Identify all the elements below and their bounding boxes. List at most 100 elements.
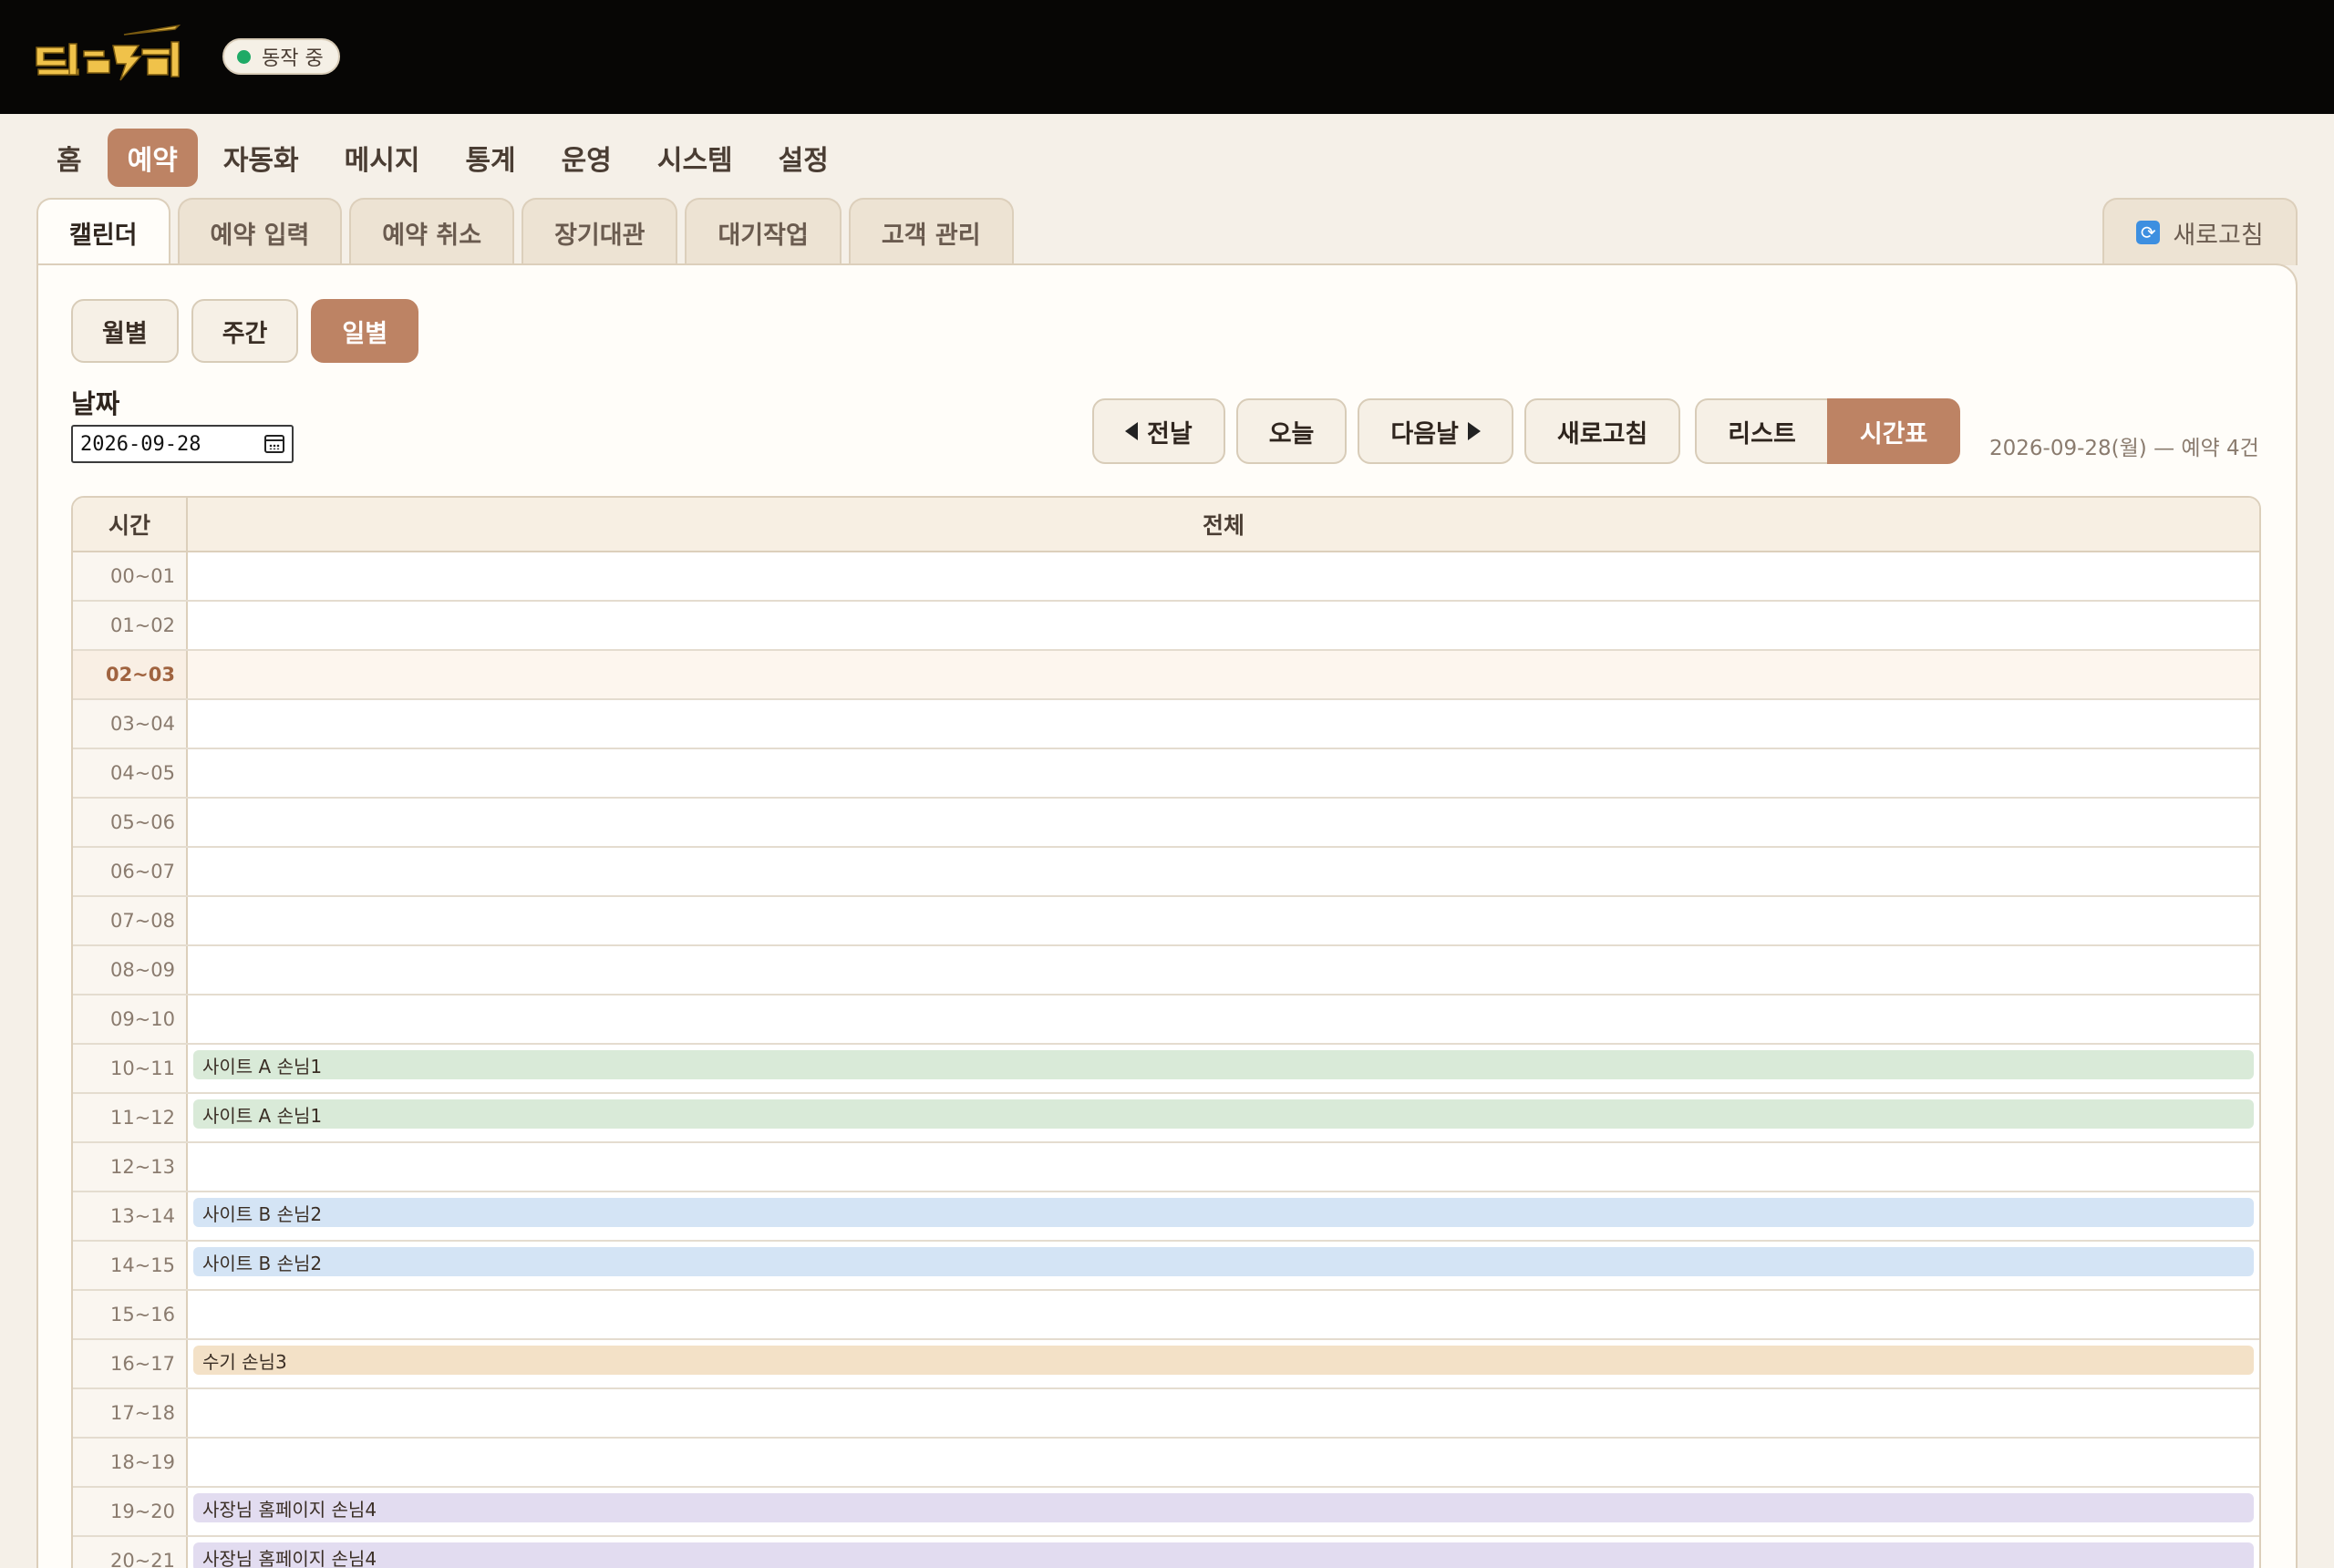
list-view-button[interactable]: 리스트 xyxy=(1695,398,1827,464)
view-monthly-button[interactable]: 월별 xyxy=(71,299,179,363)
table-row: 20~21 사장님 홈페이지 손님4 xyxy=(73,1537,2259,1568)
time-slot-cell[interactable] xyxy=(188,1389,2259,1437)
booking-block[interactable]: 사장님 홈페이지 손님4 xyxy=(193,1542,2254,1568)
triangle-right-icon xyxy=(1467,422,1481,440)
status-dot-icon xyxy=(237,49,251,64)
time-slot-cell[interactable] xyxy=(188,995,2259,1043)
view-weekly-button[interactable]: 주간 xyxy=(191,299,299,363)
refresh-tab-button[interactable]: ⟳ 새로고침 xyxy=(2102,198,2298,265)
app-logo[interactable] xyxy=(33,24,188,89)
nav-operation[interactable]: 운영 xyxy=(542,129,632,187)
tab-reservation-cancel[interactable]: 예약 취소 xyxy=(349,198,515,265)
time-slot-cell[interactable] xyxy=(188,1291,2259,1338)
booking-block[interactable]: 사이트 B 손님2 xyxy=(193,1198,2254,1227)
time-slot-cell[interactable] xyxy=(188,700,2259,748)
tab-calendar[interactable]: 캘린더 xyxy=(36,198,170,265)
table-row: 01~02 xyxy=(73,602,2259,651)
booking-block[interactable]: 수기 손님3 xyxy=(193,1346,2254,1375)
time-slot-cell[interactable] xyxy=(188,848,2259,895)
time-slot-cell[interactable]: 사이트 B 손님2 xyxy=(188,1192,2259,1240)
view-mode-switch: 월별 주간 일별 xyxy=(71,299,419,363)
table-row: 07~08 xyxy=(73,897,2259,946)
prev-day-button[interactable]: 전날 xyxy=(1092,398,1225,464)
calendar-icon[interactable] xyxy=(264,435,284,453)
time-slot-cell[interactable] xyxy=(188,651,2259,698)
table-row: 06~07 xyxy=(73,848,2259,897)
time-slot-cell[interactable]: 사장님 홈페이지 손님4 xyxy=(188,1537,2259,1568)
booking-block[interactable]: 사이트 A 손님1 xyxy=(193,1050,2254,1079)
time-slot-label: 15~16 xyxy=(73,1291,188,1338)
time-slot-cell[interactable] xyxy=(188,602,2259,649)
reservation-summary: 2026-09-28(월) — 예약 4건 xyxy=(1989,437,2259,460)
time-slot-label: 10~11 xyxy=(73,1045,188,1092)
nav-automation[interactable]: 자동화 xyxy=(203,129,319,187)
refresh-button[interactable]: 새로고침 xyxy=(1523,398,1681,464)
time-slot-cell[interactable] xyxy=(188,946,2259,994)
sub-tabs: 캘린더 예약 입력 예약 취소 장기대관 대기작업 고객 관리 xyxy=(36,198,1021,265)
view-daily-button[interactable]: 일별 xyxy=(311,299,419,363)
time-slot-cell[interactable] xyxy=(188,749,2259,797)
tab-pending-jobs[interactable]: 대기작업 xyxy=(685,198,842,265)
tab-long-term-rental[interactable]: 장기대관 xyxy=(522,198,678,265)
table-row: 18~19 xyxy=(73,1439,2259,1488)
tab-reservation-input[interactable]: 예약 입력 xyxy=(177,198,343,265)
time-slot-label: 01~02 xyxy=(73,602,188,649)
timetable-view-button[interactable]: 시간표 xyxy=(1826,398,1961,464)
table-row: 09~10 xyxy=(73,995,2259,1045)
nav-message[interactable]: 메시지 xyxy=(325,129,440,187)
time-slot-cell[interactable] xyxy=(188,1143,2259,1191)
table-row: 16~17 수기 손님3 xyxy=(73,1340,2259,1389)
time-slot-label: 00~01 xyxy=(73,552,188,600)
booking-block[interactable]: 사이트 A 손님1 xyxy=(193,1099,2254,1129)
today-button[interactable]: 오늘 xyxy=(1235,398,1348,464)
table-row: 05~06 xyxy=(73,799,2259,848)
date-input[interactable]: 2026-09-28 xyxy=(71,425,294,463)
day-toolbar: 전날 오늘 다음날 새로고침 리스트 시간표 xyxy=(1092,398,1961,464)
time-slot-label: 16~17 xyxy=(73,1340,188,1387)
display-mode-switch: 리스트 시간표 xyxy=(1695,398,1961,464)
table-row: 17~18 xyxy=(73,1389,2259,1439)
nav-reservation[interactable]: 예약 xyxy=(107,129,198,187)
table-row: 00~01 xyxy=(73,552,2259,602)
next-day-button[interactable]: 다음날 xyxy=(1358,398,1513,464)
time-slot-label: 04~05 xyxy=(73,749,188,797)
status-label: 동작 중 xyxy=(262,47,324,70)
table-row: 19~20 사장님 홈페이지 손님4 xyxy=(73,1488,2259,1537)
main-nav: 홈 예약 자동화 메시지 통계 운영 시스템 설정 xyxy=(36,129,854,187)
time-slot-cell[interactable] xyxy=(188,1439,2259,1486)
nav-home[interactable]: 홈 xyxy=(36,129,102,187)
time-slot-label: 11~12 xyxy=(73,1094,188,1141)
time-slot-cell[interactable] xyxy=(188,552,2259,600)
table-row: 02~03 xyxy=(73,651,2259,700)
refresh-tab-label: 새로고침 xyxy=(2173,221,2264,250)
time-slot-cell[interactable] xyxy=(188,799,2259,846)
booking-block[interactable]: 사장님 홈페이지 손님4 xyxy=(193,1493,2254,1522)
time-slot-label: 03~04 xyxy=(73,700,188,748)
nav-statistics[interactable]: 통계 xyxy=(445,129,535,187)
timetable: 시간 전체 00~01 01~02 02~03 03~04 04~05 05~06 06~0… xyxy=(71,496,2261,1568)
time-slot-cell[interactable] xyxy=(188,897,2259,944)
table-row: 14~15 사이트 B 손님2 xyxy=(73,1242,2259,1291)
time-slot-cell[interactable]: 사장님 홈페이지 손님4 xyxy=(188,1488,2259,1535)
time-slot-cell[interactable]: 수기 손님3 xyxy=(188,1340,2259,1387)
booking-block[interactable]: 사이트 B 손님2 xyxy=(193,1247,2254,1276)
time-slot-cell[interactable]: 사이트 A 손님1 xyxy=(188,1094,2259,1141)
timetable-header: 시간 전체 xyxy=(73,498,2259,552)
time-slot-label: 06~07 xyxy=(73,848,188,895)
time-slot-label: 14~15 xyxy=(73,1242,188,1289)
time-slot-cell[interactable]: 사이트 A 손님1 xyxy=(188,1045,2259,1092)
refresh-icon: ⟳ xyxy=(2136,221,2161,244)
table-row: 08~09 xyxy=(73,946,2259,995)
status-badge: 동작 중 xyxy=(222,38,340,75)
timetable-body: 00~01 01~02 02~03 03~04 04~05 05~06 06~07 07~08… xyxy=(73,552,2259,1568)
nav-system[interactable]: 시스템 xyxy=(637,129,753,187)
table-row: 10~11 사이트 A 손님1 xyxy=(73,1045,2259,1094)
nav-settings[interactable]: 설정 xyxy=(759,129,849,187)
date-label: 날짜 xyxy=(71,388,120,419)
time-slot-cell[interactable]: 사이트 B 손님2 xyxy=(188,1242,2259,1289)
time-slot-label: 08~09 xyxy=(73,946,188,994)
tab-customer-management[interactable]: 고객 관리 xyxy=(848,198,1014,265)
time-slot-label: 09~10 xyxy=(73,995,188,1043)
triangle-left-icon xyxy=(1125,422,1138,440)
table-row: 03~04 xyxy=(73,700,2259,749)
